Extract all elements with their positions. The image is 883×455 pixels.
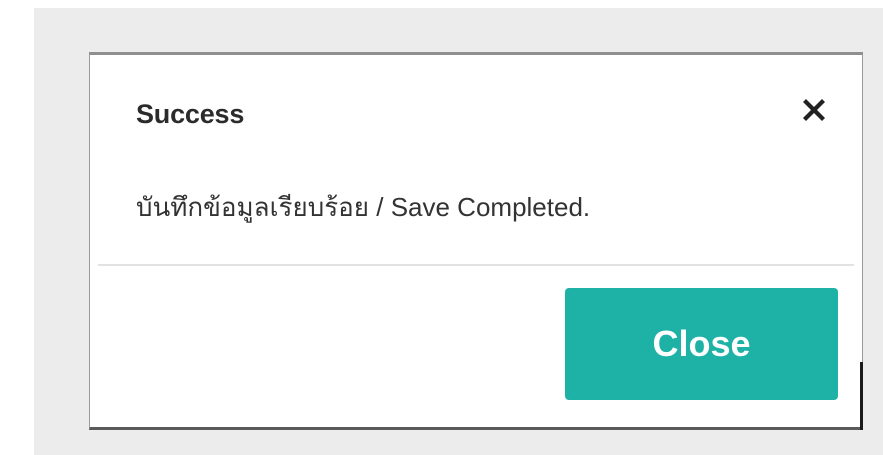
close-icon-glyph — [803, 99, 825, 121]
dialog-message: บันทึกข้อมูลเรียบร้อย / Save Completed. — [136, 192, 591, 222]
dialog-footer: Close — [90, 266, 862, 426]
close-button[interactable]: Close — [565, 288, 838, 400]
dialog-header: Success — [90, 55, 862, 160]
dialog-title: Success — [136, 99, 245, 129]
dialog-body: บันทึกข้อมูลเรียบร้อย / Save Completed. — [90, 160, 862, 264]
close-icon[interactable] — [797, 93, 831, 127]
dialog-shadow-edge — [860, 362, 863, 430]
success-dialog: Success บันทึกข้อมูลเรียบร้อย / Save Com… — [89, 52, 863, 430]
